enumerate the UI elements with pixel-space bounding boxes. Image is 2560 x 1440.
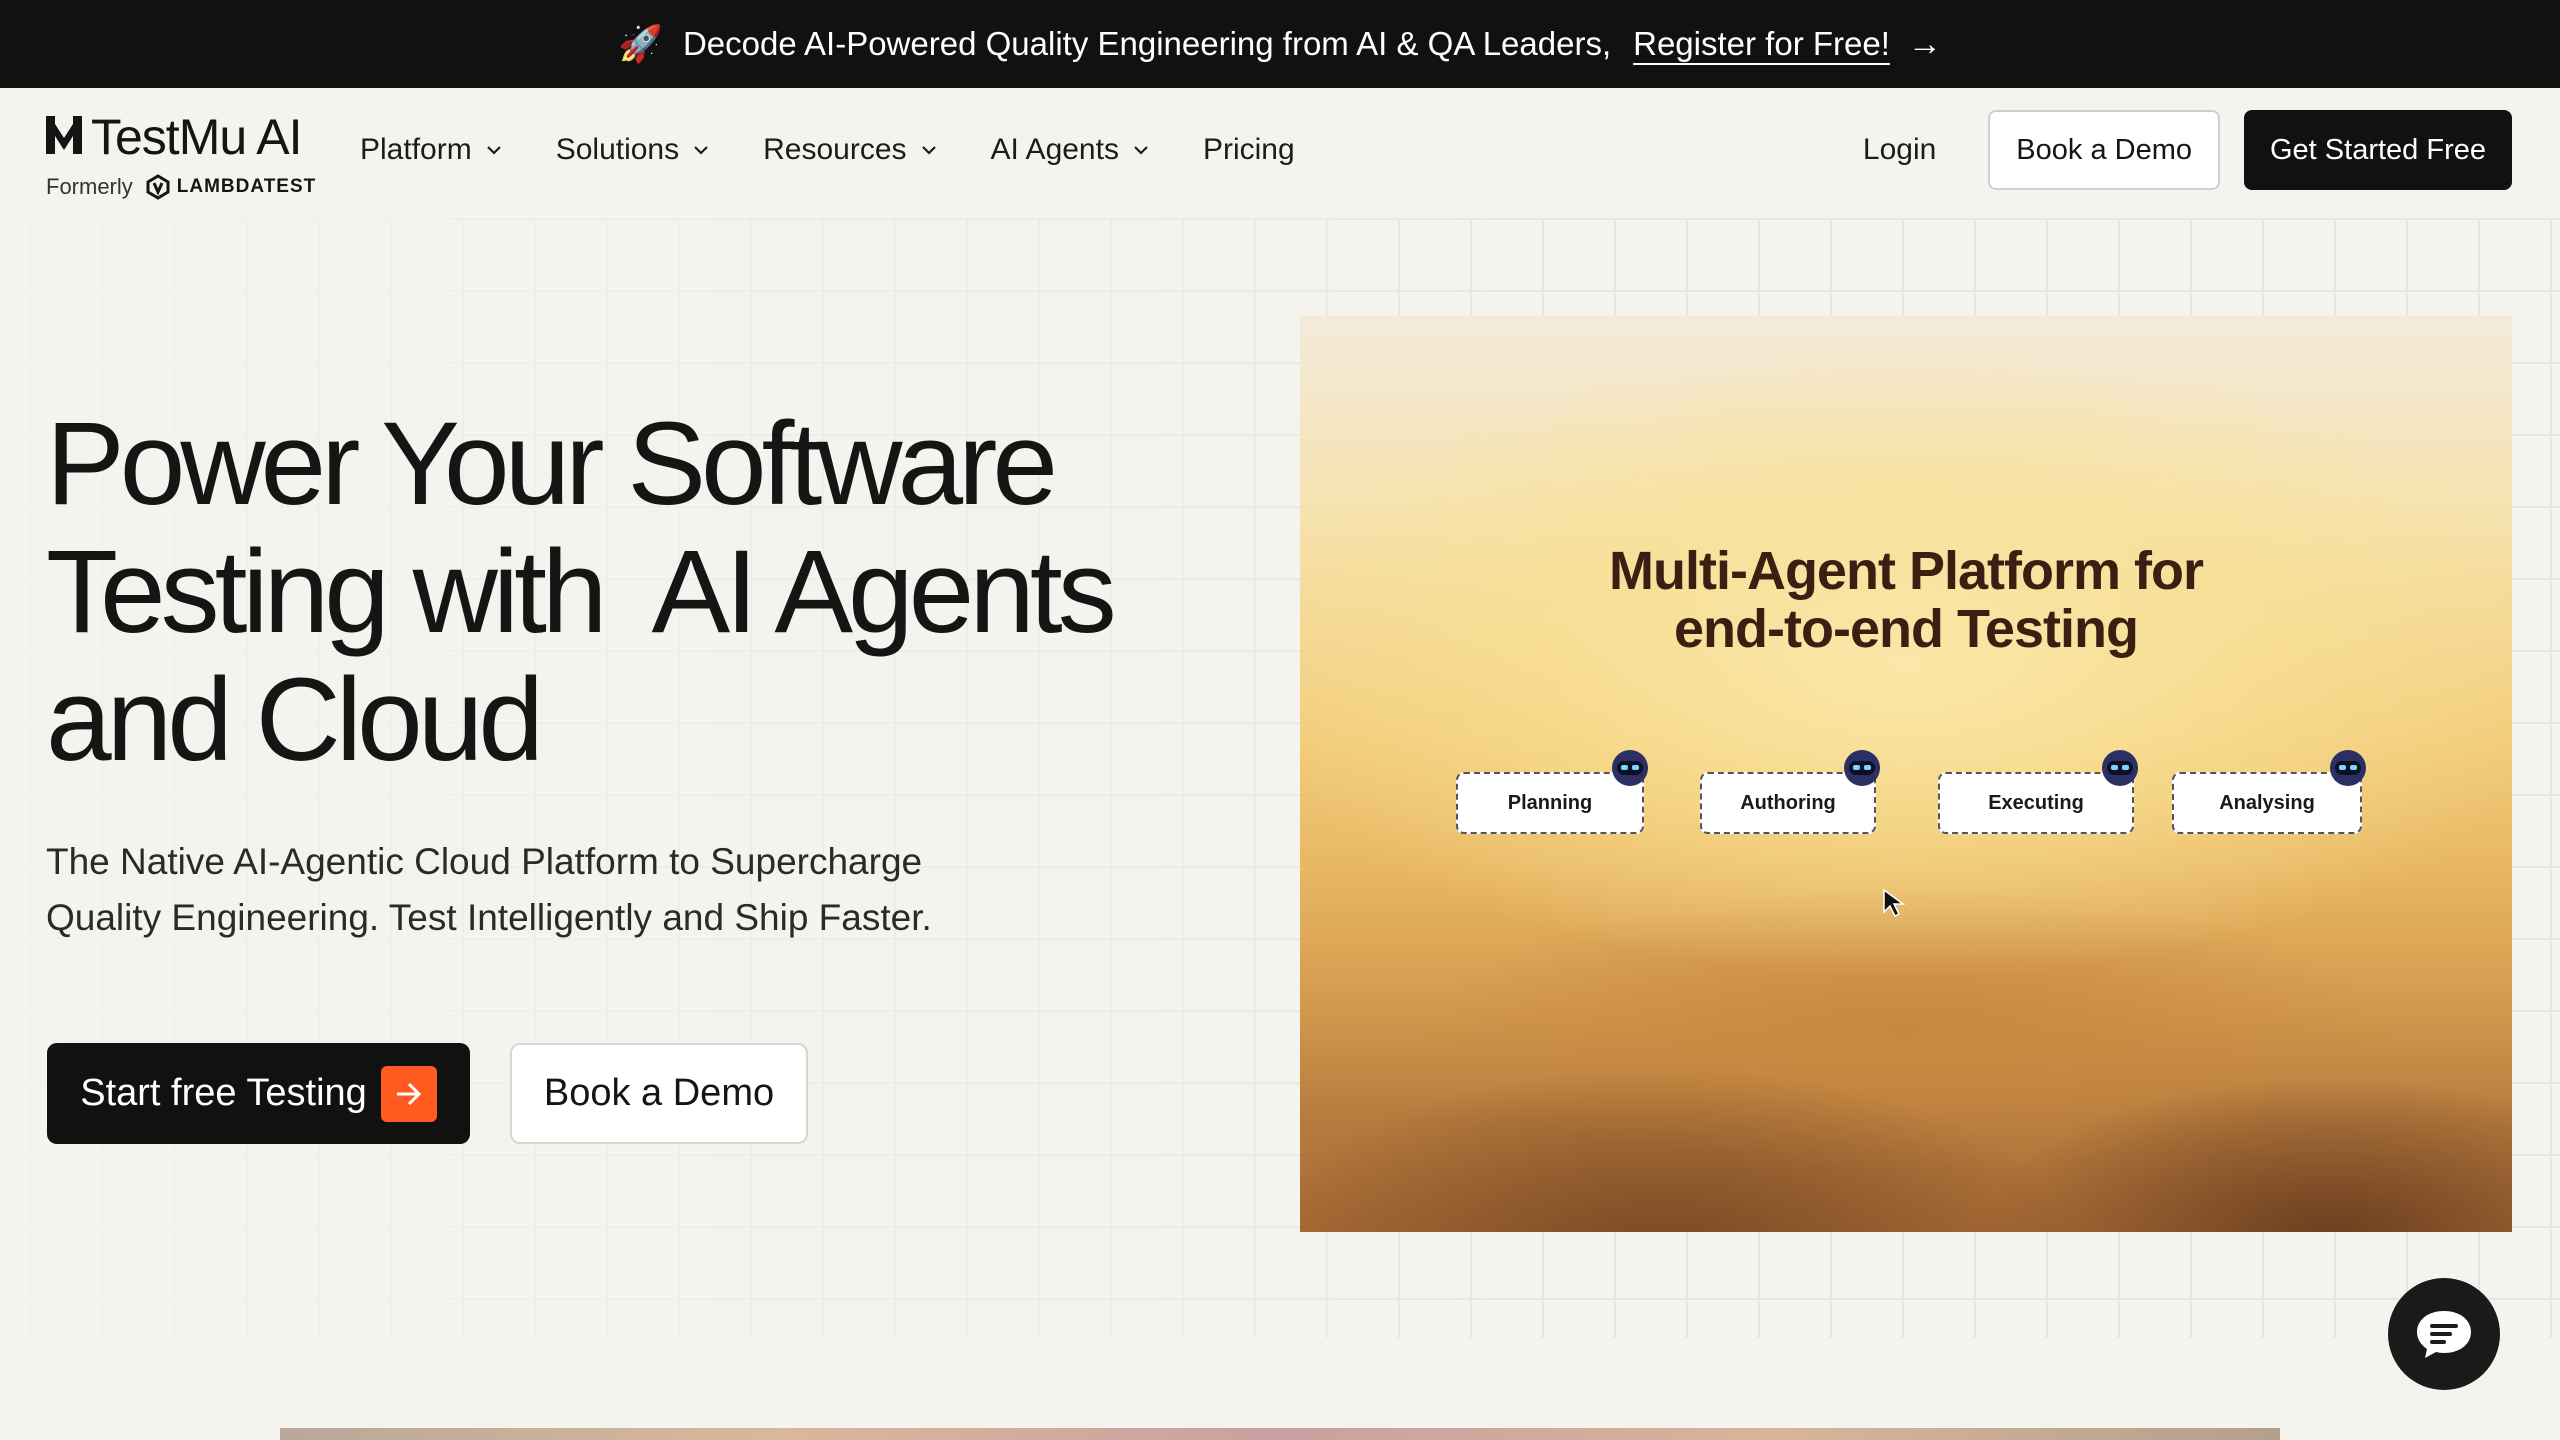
nav-item-resources[interactable]: Resources — [763, 133, 936, 167]
hero-video[interactable]: Multi-Agent Platform for end-to-end Test… — [1300, 316, 2512, 1232]
nav-item-label: Pricing — [1202, 133, 1295, 166]
hero-subtitle-line: The Native AI-Agentic Cloud Platform to … — [46, 841, 923, 882]
formerly-text: Formerly — [46, 174, 133, 199]
hero-title-line: Power Your Software — [46, 398, 1058, 530]
nav-item-label: Solutions — [555, 133, 680, 166]
hero-title: Power Your Software Testing with AI Agen… — [46, 400, 1226, 784]
chevron-down-icon — [1134, 146, 1148, 155]
chevron-down-icon — [921, 146, 936, 155]
hero-book-demo-button[interactable]: Book a Demo — [510, 1043, 808, 1144]
nav-actions: Login Book a Demo Get Started Free — [1863, 88, 2512, 212]
chat-button[interactable] — [2388, 1278, 2500, 1390]
agent-label: Executing — [1988, 791, 2084, 814]
book-demo-button[interactable]: Book a Demo — [1988, 110, 2220, 190]
chat-bubble-icon — [2417, 1311, 2471, 1358]
agent-row: Planning Authoring Executing Analysing — [1456, 750, 2366, 836]
lambdatest-text: LAMBDATEST — [176, 176, 317, 197]
robot-icon — [1844, 750, 1880, 786]
rocket-icon: 🚀 — [618, 23, 663, 64]
video-title-line: Multi-Agent Platform for — [1609, 541, 2204, 601]
brand-name: TestMu AI — [91, 109, 303, 165]
nav-item-platform[interactable]: Platform — [360, 133, 502, 167]
nav-item-pricing[interactable]: Pricing — [1203, 133, 1295, 167]
hero-title-line: and Cloud — [46, 654, 544, 786]
nav-item-solutions[interactable]: Solutions — [556, 133, 709, 167]
formerly-label: Formerly LAMBDATEST — [46, 174, 316, 200]
mouse-cursor-icon — [1883, 888, 1906, 918]
arrow-right-icon[interactable]: → — [1908, 25, 1942, 64]
chevron-down-icon — [486, 146, 501, 155]
hero-title-line: Testing with AI Agents — [46, 526, 1117, 658]
lambdatest-icon — [146, 174, 170, 200]
chevron-down-icon — [694, 146, 708, 155]
video-title-line: end-to-end Testing — [1674, 599, 2139, 659]
logo[interactable]: TestMu AI Formerly LAMBDATEST — [46, 106, 316, 200]
agent-label: Planning — [1507, 791, 1593, 814]
nav-item-label: Platform — [360, 133, 472, 166]
register-link[interactable]: Register for Free! — [1633, 25, 1890, 63]
nav-item-label: AI Agents — [990, 133, 1119, 166]
start-free-testing-button[interactable]: Start free Testing — [47, 1043, 470, 1144]
main-menu: Platform Solutions Resources AI Agents P… — [360, 88, 1349, 212]
agent-label: Analysing — [2219, 791, 2315, 814]
hero-subtitle: The Native AI-Agentic Cloud Platform to … — [46, 834, 1046, 946]
hero-subtitle-line: Quality Engineering. Test Intelligently … — [46, 897, 932, 938]
agent-planning: Planning — [1456, 750, 1648, 834]
nav-item-ai-agents[interactable]: AI Agents — [991, 133, 1149, 167]
cta-row: Start free Testing Book a Demo — [47, 1043, 808, 1144]
testmu-logo-icon — [46, 116, 82, 154]
next-section-image-preview — [280, 1428, 2280, 1440]
navbar: TestMu AI Formerly LAMBDATEST Platform S… — [0, 88, 2560, 212]
arrow-right-icon — [380, 1065, 437, 1122]
agent-executing: Executing — [1938, 750, 2138, 834]
video-title: Multi-Agent Platform for end-to-end Test… — [1300, 542, 2512, 658]
start-free-testing-label: Start free Testing — [80, 1072, 367, 1114]
agent-authoring: Authoring — [1700, 750, 1880, 834]
agent-analysing: Analysing — [2172, 750, 2366, 834]
nav-item-label: Resources — [763, 133, 907, 166]
agent-label: Authoring — [1740, 791, 1836, 814]
announcement-text: Decode AI-Powered Quality Engineering fr… — [682, 25, 1612, 62]
announcement-bar: 🚀 Decode AI-Powered Quality Engineering … — [0, 0, 2560, 88]
get-started-button[interactable]: Get Started Free — [2244, 110, 2512, 190]
robot-icon — [2330, 750, 2366, 786]
login-link[interactable]: Login — [1863, 133, 1936, 167]
robot-icon — [2102, 750, 2138, 786]
robot-icon — [1612, 750, 1648, 786]
